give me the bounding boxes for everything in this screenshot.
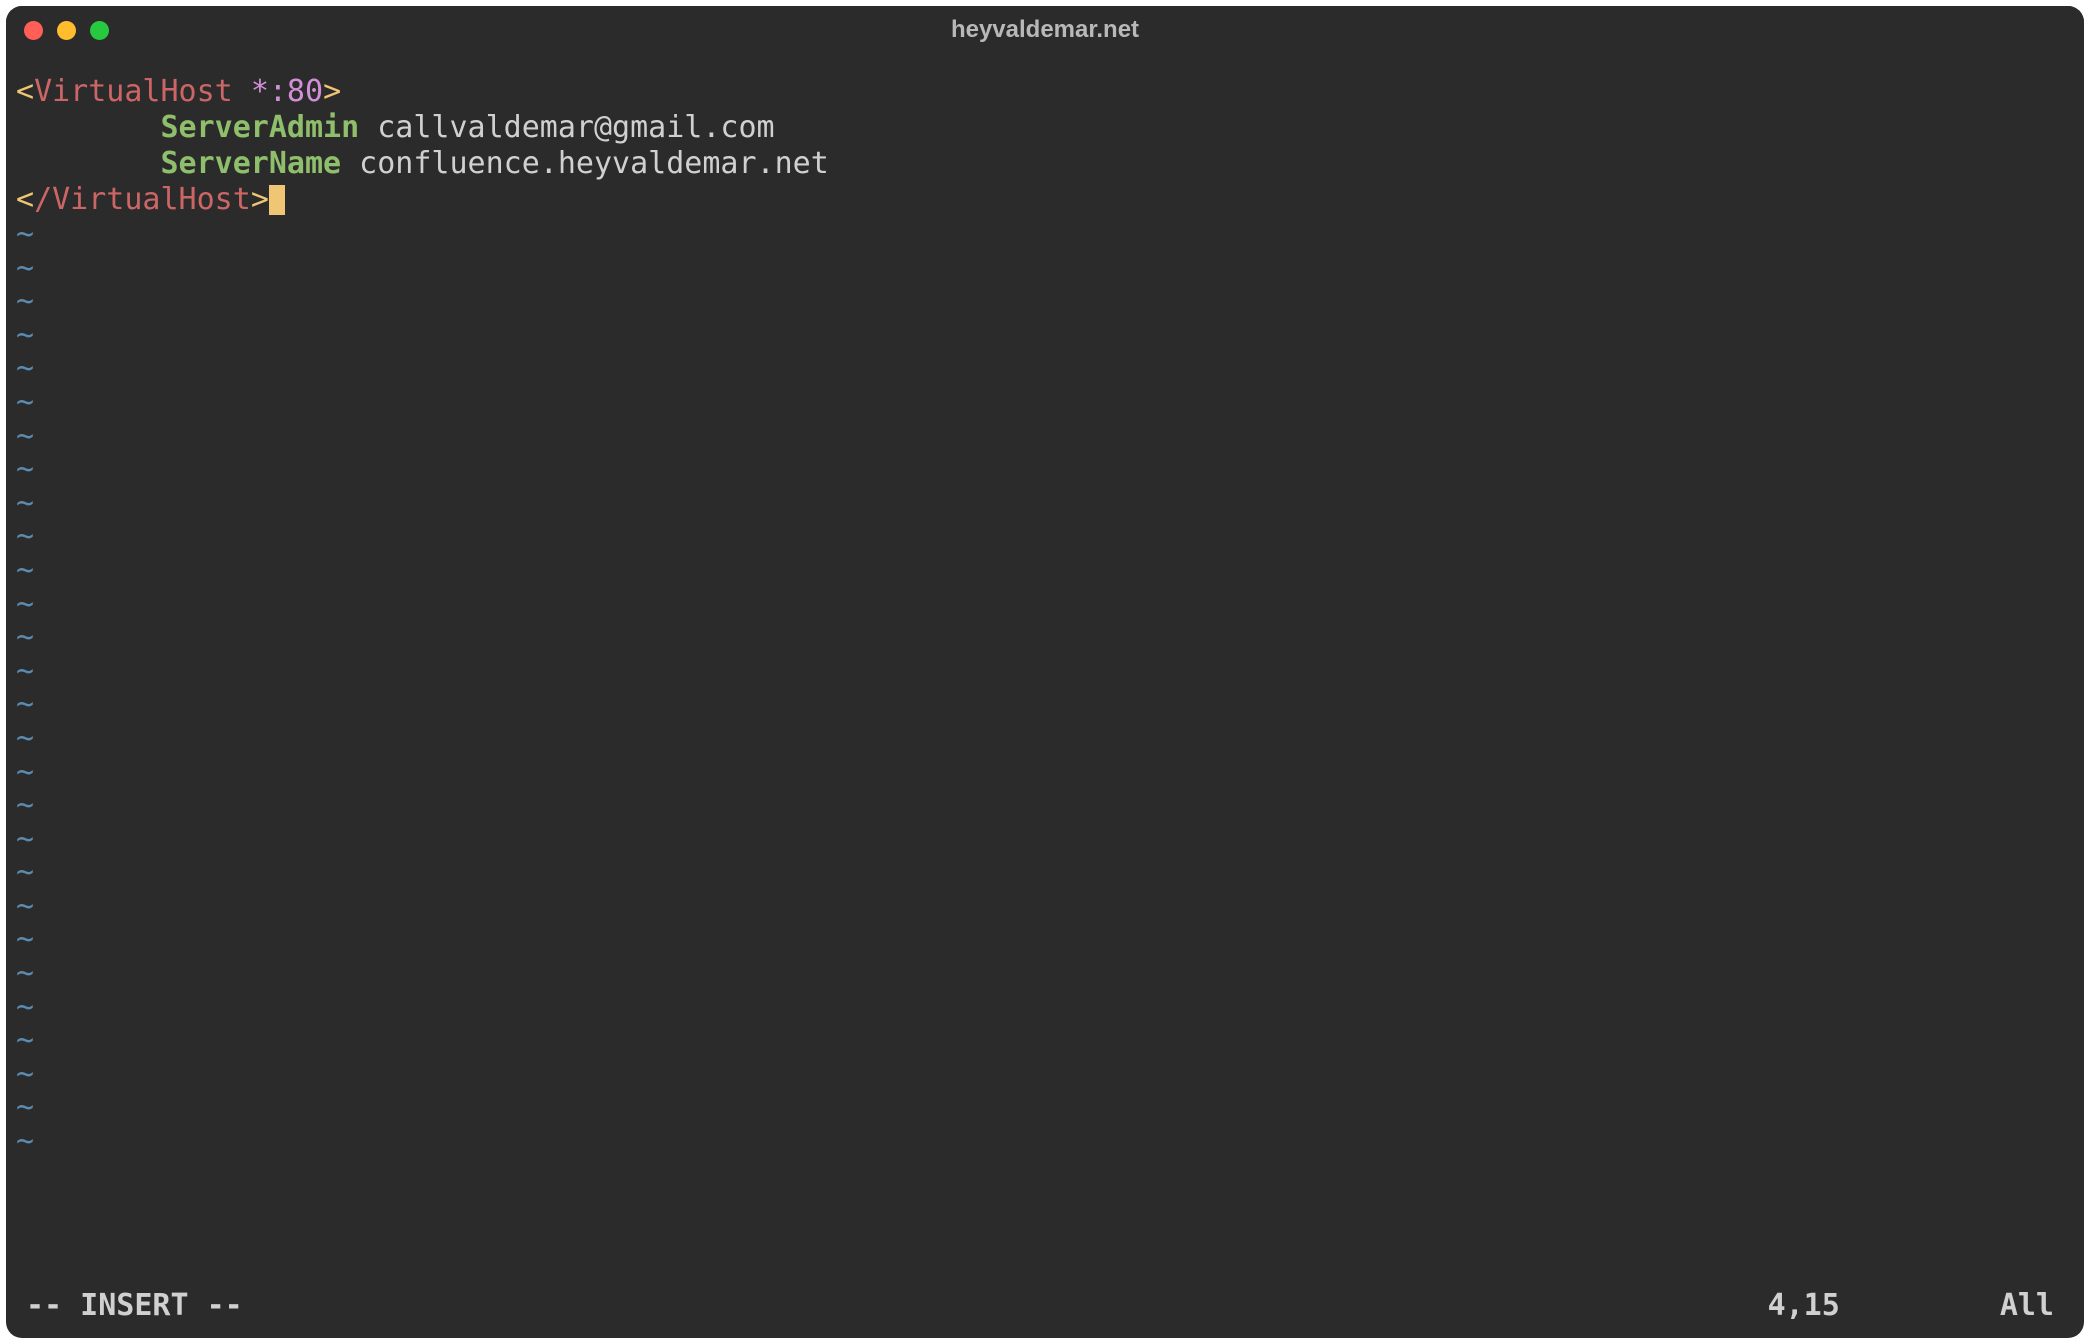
- terminal-window: heyvaldemar.net <VirtualHost *:80> Serve…: [6, 6, 2084, 1338]
- cursor-position: 4,15: [1768, 1288, 1840, 1324]
- code-token: [16, 146, 161, 181]
- code-token: [233, 74, 251, 109]
- code-token: confluence.heyvaldemar.net: [341, 146, 829, 181]
- empty-line-tilde: ~: [16, 890, 2074, 924]
- empty-line-tilde: ~: [16, 856, 2074, 890]
- traffic-lights: [24, 21, 109, 40]
- code-token: <: [16, 182, 34, 217]
- cursor-icon: [269, 185, 285, 215]
- empty-line-tilde: ~: [16, 487, 2074, 521]
- close-icon[interactable]: [24, 21, 43, 40]
- empty-line-tilde: ~: [16, 352, 2074, 386]
- empty-line-tilde: ~: [16, 957, 2074, 991]
- empty-line-tilde: ~: [16, 520, 2074, 554]
- empty-line-tilde: ~: [16, 991, 2074, 1025]
- scroll-indicator: All: [2000, 1288, 2054, 1324]
- empty-line-tilde: ~: [16, 319, 2074, 353]
- code-line[interactable]: ServerAdmin callvaldemar@gmail.com: [16, 110, 2074, 146]
- code-token: >: [323, 74, 341, 109]
- empty-line-tilde: ~: [16, 285, 2074, 319]
- empty-line-tilde: ~: [16, 554, 2074, 588]
- code-token: *:80: [251, 74, 323, 109]
- empty-line-tilde: ~: [16, 722, 2074, 756]
- empty-line-tilde: ~: [16, 823, 2074, 857]
- code-token: ServerName: [161, 146, 342, 181]
- title-bar: heyvaldemar.net: [6, 6, 2084, 54]
- code-token: <: [16, 74, 34, 109]
- empty-line-tilde: ~: [16, 218, 2074, 252]
- code-token: VirtualHost: [34, 74, 233, 109]
- window-title: heyvaldemar.net: [951, 16, 1139, 44]
- empty-line-tilde: ~: [16, 688, 2074, 722]
- vim-mode: -- INSERT --: [26, 1288, 243, 1324]
- empty-line-tilde: ~: [16, 386, 2074, 420]
- empty-line-tilde: ~: [16, 420, 2074, 454]
- empty-line-tilde: ~: [16, 1024, 2074, 1058]
- maximize-icon[interactable]: [90, 21, 109, 40]
- empty-line-tilde: ~: [16, 789, 2074, 823]
- empty-line-tilde: ~: [16, 621, 2074, 655]
- editor-empty-area: ~~~~~~~~~~~~~~~~~~~~~~~~~~~~: [16, 218, 2074, 1282]
- empty-line-tilde: ~: [16, 1058, 2074, 1092]
- empty-line-tilde: ~: [16, 252, 2074, 286]
- code-line[interactable]: ServerName confluence.heyvaldemar.net: [16, 146, 2074, 182]
- code-line[interactable]: </VirtualHost>: [16, 182, 2074, 218]
- editor-code-area[interactable]: <VirtualHost *:80> ServerAdmin callvalde…: [16, 74, 2074, 218]
- terminal-content[interactable]: <VirtualHost *:80> ServerAdmin callvalde…: [6, 54, 2084, 1338]
- empty-line-tilde: ~: [16, 588, 2074, 622]
- empty-line-tilde: ~: [16, 923, 2074, 957]
- vim-status-bar: -- INSERT -- 4,15 All: [16, 1282, 2074, 1338]
- code-token: /VirtualHost: [34, 182, 251, 217]
- code-token: [16, 110, 161, 145]
- empty-line-tilde: ~: [16, 1125, 2074, 1159]
- empty-line-tilde: ~: [16, 655, 2074, 689]
- code-token: >: [251, 182, 269, 217]
- code-line[interactable]: <VirtualHost *:80>: [16, 74, 2074, 110]
- empty-line-tilde: ~: [16, 453, 2074, 487]
- code-token: ServerAdmin: [161, 110, 360, 145]
- code-token: callvaldemar@gmail.com: [359, 110, 774, 145]
- minimize-icon[interactable]: [57, 21, 76, 40]
- empty-line-tilde: ~: [16, 1091, 2074, 1125]
- empty-line-tilde: ~: [16, 756, 2074, 790]
